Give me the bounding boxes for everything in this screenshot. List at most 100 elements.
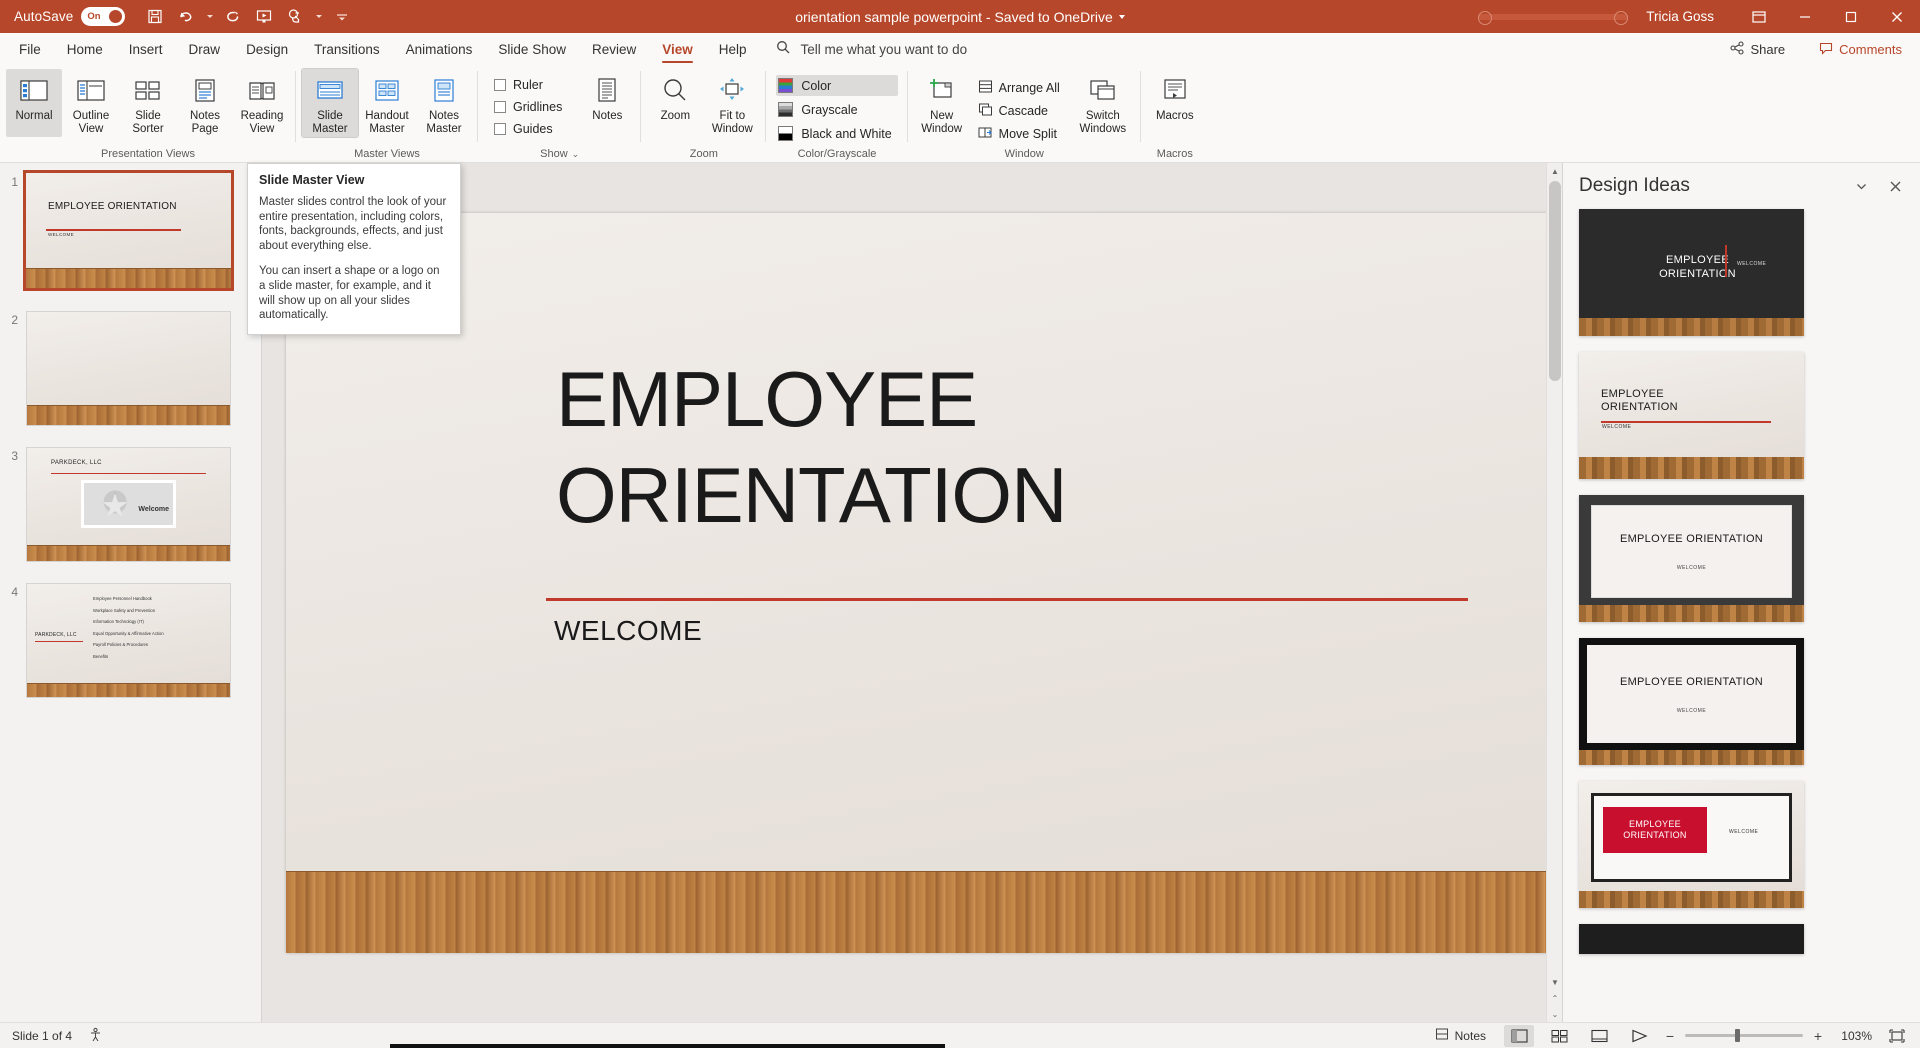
current-slide[interactable]: EMPLOYEE ORIENTATION WELCOME [286,213,1592,953]
design-idea-card-3[interactable]: EMPLOYEE ORIENTATION WELCOME [1579,495,1804,622]
normal-view-status-button[interactable] [1504,1025,1534,1047]
handout-master-button[interactable]: Handout Master [359,69,415,137]
zoom-handle[interactable] [1735,1029,1740,1042]
slide-sorter-button[interactable]: Slide Sorter [120,69,176,137]
thumbnail-slide-2[interactable]: 2 [0,311,231,426]
thumbnail-slide-4[interactable]: 4 PARKDECK, LLC Employee Personnel Handb… [0,583,231,698]
slide-title-placeholder[interactable]: EMPLOYEE ORIENTATION [556,351,1552,543]
ruler-checkbox[interactable]: Ruler [494,75,562,94]
tell-me-search[interactable]: Tell me what you want to do [776,40,968,58]
zoom-button[interactable]: Zoom [647,69,703,137]
title-search-bar[interactable] [1478,14,1628,20]
share-button[interactable]: Share [1722,37,1793,61]
gridlines-checkbox[interactable]: Gridlines [494,97,562,116]
status-bar-left: Slide 1 of 4 [0,1027,103,1045]
zoom-percentage[interactable]: 103% [1834,1029,1872,1043]
zoom-in-button[interactable]: + [1812,1028,1824,1044]
touch-mode-dropdown-caret[interactable] [312,4,325,30]
slide-sorter-status-button[interactable] [1544,1025,1574,1047]
thumbnail-canvas-1[interactable]: EMPLOYEE ORIENTATION WELCOME [26,173,231,288]
scrollbar-thumb[interactable] [1549,181,1561,381]
close-button[interactable] [1874,0,1920,33]
reading-view-status-button[interactable] [1584,1025,1614,1047]
zoom-track[interactable] [1685,1034,1803,1037]
tab-file[interactable]: File [6,33,54,65]
autosave-control[interactable]: AutoSave On [0,7,125,26]
close-icon[interactable] [1882,173,1908,199]
tab-home[interactable]: Home [54,33,116,65]
restore-button[interactable] [1828,0,1874,33]
design-idea-card-1[interactable]: EMPLOYEE ORIENTATION WELCOME [1579,209,1804,336]
design-idea-card-2[interactable]: EMPLOYEE ORIENTATION WELCOME [1579,352,1804,479]
arrange-all-button[interactable]: Arrange All [975,77,1066,98]
show-dialog-launcher[interactable]: ⌄ [572,149,580,160]
accessibility-icon[interactable] [88,1027,103,1045]
undo-dropdown-caret[interactable] [203,4,216,30]
tab-review[interactable]: Review [579,33,649,65]
thumbnail-slide-3[interactable]: 3 PARKDECK, LLC Welcome [0,447,231,562]
design-idea-card-4[interactable]: EMPLOYEE ORIENTATION WELCOME [1579,638,1804,765]
cascade-button[interactable]: Cascade [975,100,1066,121]
title-dropdown-caret[interactable] [1119,15,1125,19]
comments-button[interactable]: Comments [1811,37,1910,61]
color-mode-color[interactable]: Color [776,75,897,96]
minimize-button[interactable] [1782,0,1828,33]
macros-button[interactable]: Macros [1147,69,1203,137]
outline-view-button[interactable]: Outline View [63,69,119,137]
thumbnail-canvas-2[interactable] [26,311,231,426]
customize-qat-icon[interactable] [328,4,356,30]
tab-animations[interactable]: Animations [393,33,486,65]
tab-draw[interactable]: Draw [176,33,234,65]
tab-slide-show[interactable]: Slide Show [485,33,579,65]
tab-help[interactable]: Help [706,33,760,65]
previous-slide-button[interactable]: ⌃ [1547,990,1563,1006]
scroll-up-arrow[interactable]: ▲ [1547,163,1563,179]
thumbnail-canvas-4[interactable]: PARKDECK, LLC Employee Personnel Handboo… [26,583,231,698]
color-mode-black-and-white[interactable]: Black and White [776,123,897,144]
ribbon-display-options-icon[interactable] [1736,0,1782,33]
tab-transitions[interactable]: Transitions [301,33,393,65]
guides-checkbox[interactable]: Guides [494,119,562,138]
start-presentation-icon[interactable] [250,4,278,30]
notes-button[interactable]: Notes [579,69,635,137]
undo-icon[interactable] [172,4,200,30]
chevron-down-icon[interactable] [1848,173,1874,199]
slide-indicator[interactable]: Slide 1 of 4 [12,1029,72,1043]
slide-show-status-button[interactable] [1624,1025,1654,1047]
next-slide-button[interactable]: ⌄ [1547,1006,1563,1022]
slide-thumbnail-panel[interactable]: 1 EMPLOYEE ORIENTATION WELCOME 2 3 PARKD… [0,163,262,1022]
notes-page-button[interactable]: Notes Page [177,69,233,137]
slide-subtitle-placeholder[interactable]: WELCOME [554,615,702,647]
handout-master-label: Handout Master [359,110,415,136]
user-account-name[interactable]: Tricia Goss [1646,9,1714,24]
design-idea-card-6[interactable] [1579,924,1804,954]
tab-view[interactable]: View [649,33,706,65]
touch-mode-icon[interactable] [281,4,309,30]
new-window-button[interactable]: New Window [914,69,970,137]
redo-icon[interactable] [219,4,247,30]
slide-area-scrollbar[interactable]: ▲ ▼ ⌃ ⌄ [1546,163,1562,1022]
notes-toggle[interactable]: Notes [1435,1027,1486,1044]
comment-icon [1819,41,1833,58]
fit-to-window-button[interactable]: Fit to Window [704,69,760,137]
design-ideas-panel[interactable]: Design Ideas EMPLOYEE ORIENTATION WELCOM… [1562,163,1920,1022]
group-label-macros: Macros [1143,146,1207,162]
autosave-toggle[interactable]: On [81,7,125,26]
zoom-slider[interactable]: − + [1664,1028,1824,1044]
scroll-down-arrow[interactable]: ▼ [1547,974,1563,990]
normal-view-button[interactable]: Normal [6,69,62,137]
thumbnail-canvas-3[interactable]: PARKDECK, LLC Welcome [26,447,231,562]
thumbnail-slide-1[interactable]: 1 EMPLOYEE ORIENTATION WELCOME [0,173,231,288]
switch-windows-button[interactable]: Switch Windows [1071,69,1135,137]
color-mode-grayscale[interactable]: Grayscale [776,99,897,120]
save-icon[interactable] [141,4,169,30]
slide-master-button[interactable]: Slide Master [302,69,358,137]
design-idea-card-5[interactable]: EMPLOYEE ORIENTATION WELCOME [1579,781,1804,908]
reading-view-button[interactable]: Reading View [234,69,290,137]
tab-insert[interactable]: Insert [116,33,176,65]
tab-design[interactable]: Design [233,33,301,65]
fit-slide-icon[interactable] [1882,1025,1912,1047]
move-split-button[interactable]: Move Split [975,123,1066,144]
zoom-out-button[interactable]: − [1664,1028,1676,1044]
notes-master-button[interactable]: Notes Master [416,69,472,137]
